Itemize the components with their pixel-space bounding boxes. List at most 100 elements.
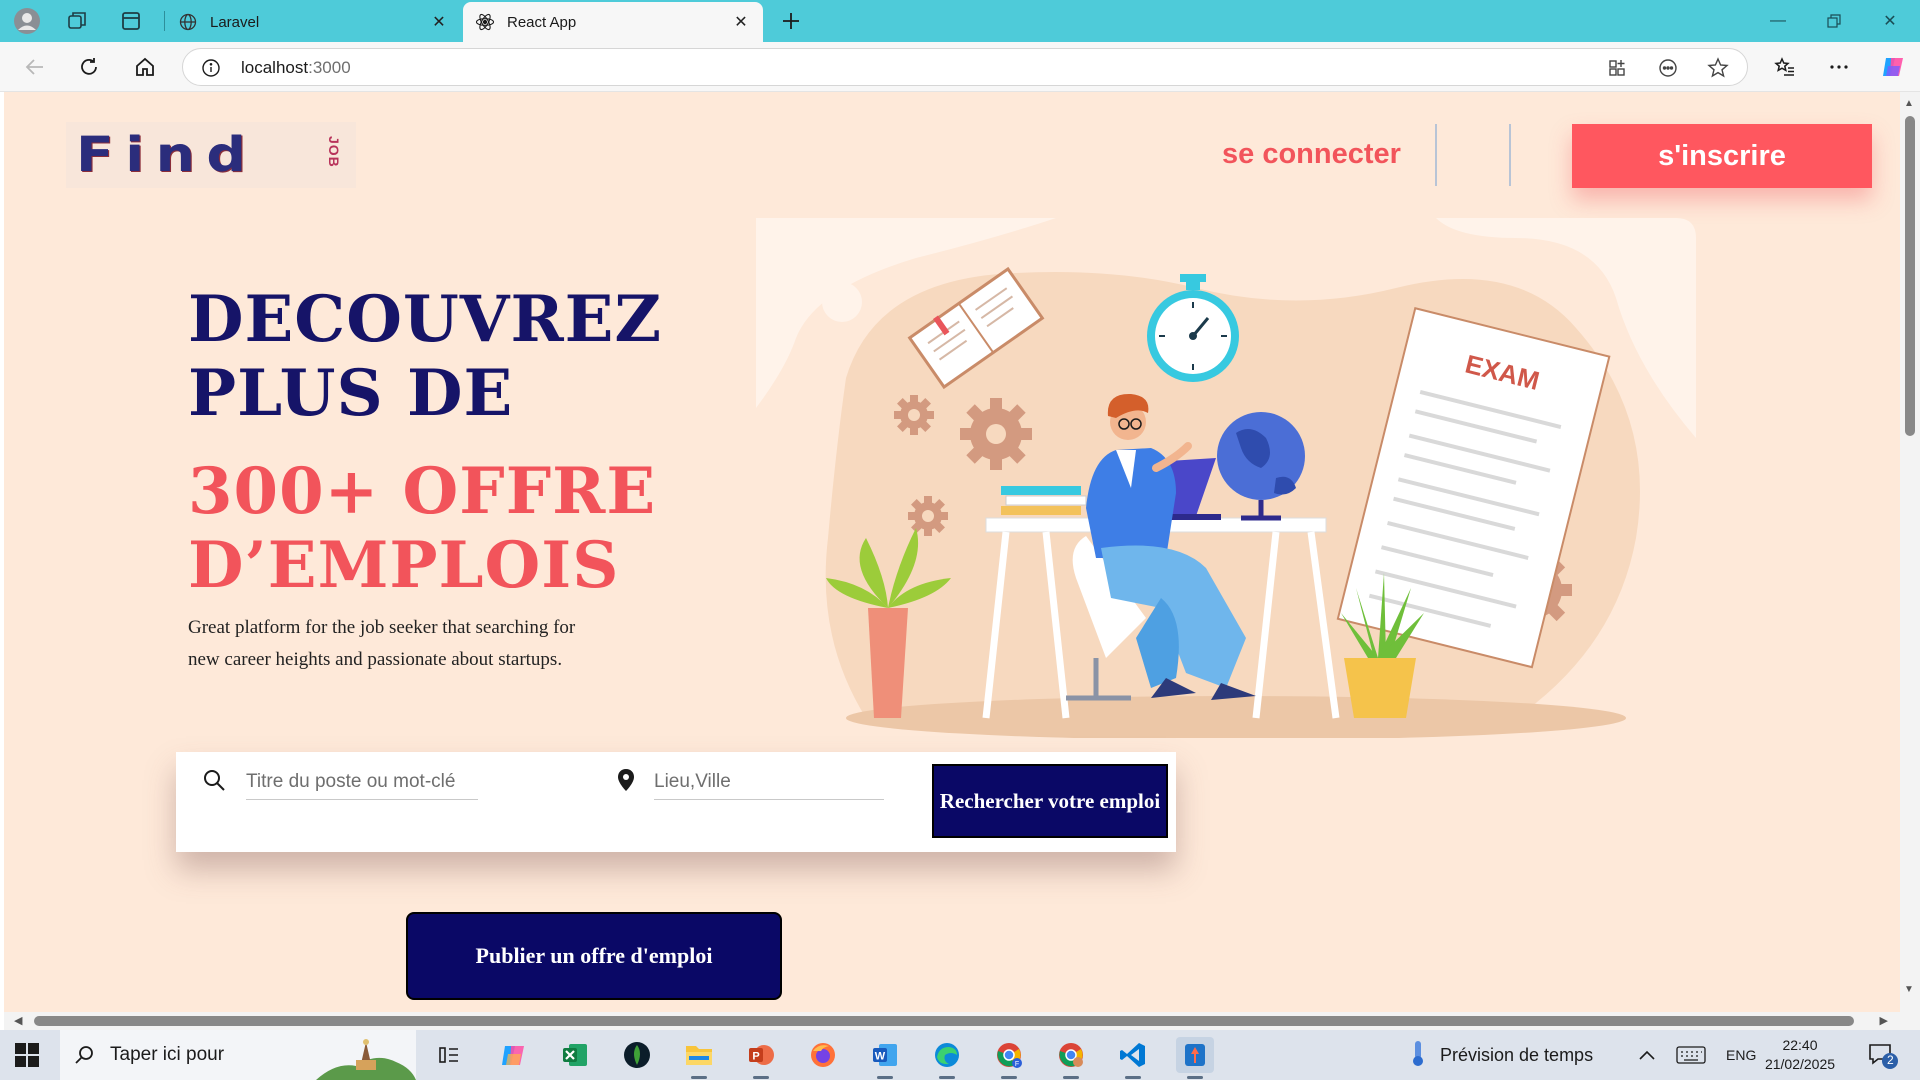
horizontal-scrollbar[interactable]: ◀ ▶ bbox=[4, 1012, 1900, 1030]
close-tab-icon[interactable]: ✕ bbox=[731, 12, 751, 32]
url-text: localhost:3000 bbox=[241, 58, 351, 78]
back-icon[interactable] bbox=[20, 52, 50, 82]
chrome-profile-icon[interactable]: F bbox=[990, 1037, 1028, 1079]
firefox-icon[interactable] bbox=[804, 1037, 842, 1073]
powerpoint-icon[interactable]: P bbox=[742, 1037, 780, 1079]
search-highlight-image bbox=[316, 1032, 416, 1080]
excel-icon[interactable] bbox=[556, 1037, 594, 1073]
location-pin-icon bbox=[616, 768, 640, 794]
word-icon[interactable]: W bbox=[866, 1037, 904, 1079]
scroll-thumb[interactable] bbox=[1905, 116, 1915, 436]
task-view-icon[interactable] bbox=[430, 1037, 468, 1073]
workspaces-icon[interactable] bbox=[62, 6, 92, 36]
weather-text: Prévision de temps bbox=[1440, 1044, 1594, 1065]
notification-count: 2 bbox=[1887, 1053, 1894, 1067]
signup-button[interactable]: s'inscrire bbox=[1572, 124, 1872, 188]
login-link[interactable]: se connecter bbox=[1222, 138, 1401, 171]
hero-line-2: plus de bbox=[188, 356, 514, 431]
copilot-app-icon[interactable] bbox=[494, 1037, 532, 1073]
vscode-icon[interactable] bbox=[1114, 1037, 1152, 1079]
running-indicator bbox=[753, 1076, 769, 1079]
tab-separator bbox=[164, 11, 165, 31]
tab-title: React App bbox=[507, 13, 577, 31]
close-window-button[interactable]: ✕ bbox=[1862, 0, 1918, 42]
logo-subtext: JOB bbox=[326, 136, 342, 168]
react-icon bbox=[475, 12, 495, 32]
running-indicator bbox=[877, 1076, 893, 1079]
running-indicator bbox=[1063, 1076, 1079, 1079]
url-port: :3000 bbox=[308, 58, 351, 77]
running-indicator bbox=[691, 1076, 707, 1079]
hero-line-3: 300+ Offre bbox=[188, 454, 657, 529]
running-indicator bbox=[1125, 1076, 1141, 1079]
publish-job-button[interactable]: Publier un offre d'emploi bbox=[406, 912, 782, 1000]
browser-toolbar: localhost:3000 bbox=[0, 42, 1920, 92]
taskbar-search-box[interactable]: Taper ici pour bbox=[60, 1030, 416, 1080]
hero-line-4: d’emplois bbox=[188, 528, 620, 603]
mongodb-compass-icon[interactable] bbox=[618, 1037, 656, 1073]
more-options-icon[interactable] bbox=[1824, 52, 1854, 82]
notification-center-icon[interactable]: 2 bbox=[1868, 1042, 1898, 1070]
svg-text:W: W bbox=[875, 1051, 886, 1063]
keyboard-icon[interactable] bbox=[1676, 1030, 1706, 1080]
page-viewport: Find JOB se connecter s'inscrire Decouvr… bbox=[4, 92, 1900, 1012]
job-search-panel: Rechercher votre emploi bbox=[176, 752, 1176, 852]
running-indicator bbox=[1001, 1076, 1017, 1079]
scroll-down-icon[interactable]: ▼ bbox=[1904, 984, 1914, 995]
hero-line-1: Decouvrez bbox=[188, 282, 663, 357]
vertical-scrollbar[interactable]: ▲ ▼ bbox=[1900, 92, 1920, 1012]
file-explorer-icon[interactable] bbox=[680, 1037, 718, 1079]
search-icon bbox=[202, 768, 228, 794]
tab-react-app[interactable]: React App ✕ bbox=[463, 2, 763, 42]
nav-divider bbox=[1509, 124, 1511, 186]
tab-laravel[interactable]: Laravel ✕ bbox=[166, 2, 461, 42]
language-indicator[interactable]: ENG bbox=[1726, 1030, 1756, 1080]
favorites-icon[interactable] bbox=[1770, 52, 1800, 82]
address-bar[interactable]: localhost:3000 bbox=[182, 48, 1748, 86]
running-indicator bbox=[1187, 1076, 1203, 1079]
copilot-icon[interactable] bbox=[1878, 52, 1908, 82]
minimize-button[interactable]: — bbox=[1750, 0, 1806, 42]
tab-title: Laravel bbox=[210, 13, 260, 31]
vertical-tabs-icon[interactable] bbox=[116, 6, 146, 36]
chrome-icon[interactable] bbox=[1052, 1037, 1090, 1079]
hero-subtitle: Great platform for the job seeker that s… bbox=[188, 617, 576, 670]
search-jobs-button[interactable]: Rechercher votre emploi bbox=[932, 764, 1168, 838]
info-icon[interactable] bbox=[201, 58, 221, 78]
close-tab-icon[interactable]: ✕ bbox=[429, 12, 449, 32]
active-app-icon[interactable] bbox=[1176, 1037, 1214, 1079]
search-placeholder: Taper ici pour bbox=[110, 1044, 225, 1065]
refresh-icon[interactable] bbox=[74, 52, 104, 82]
windows-start-icon[interactable] bbox=[14, 1042, 40, 1068]
system-clock[interactable]: 22:40 21/02/2025 bbox=[1760, 1036, 1840, 1074]
restore-button[interactable] bbox=[1806, 0, 1862, 42]
favorite-star-icon[interactable] bbox=[1707, 57, 1729, 79]
clock-time: 22:40 bbox=[1782, 1037, 1818, 1053]
weather-widget[interactable]: Prévision de temps bbox=[1410, 1030, 1593, 1080]
logo-text: Find bbox=[76, 127, 258, 183]
url-host: localhost bbox=[241, 58, 309, 77]
read-aloud-icon[interactable] bbox=[1657, 57, 1679, 79]
app-available-icon[interactable] bbox=[1607, 57, 1629, 79]
show-hidden-icons[interactable] bbox=[1638, 1030, 1656, 1080]
hero-illustration: EXAM bbox=[756, 218, 1696, 738]
new-tab-button[interactable] bbox=[776, 6, 806, 36]
scroll-thumb[interactable] bbox=[34, 1016, 1854, 1026]
windows-taskbar: Taper ici pour P W F Prévision de temps … bbox=[0, 1030, 1920, 1080]
thermometer-icon bbox=[1410, 1039, 1426, 1072]
home-icon[interactable] bbox=[130, 52, 160, 82]
keyword-input[interactable] bbox=[246, 764, 478, 800]
scroll-left-icon[interactable]: ◀ bbox=[14, 1014, 22, 1027]
scroll-up-icon[interactable]: ▲ bbox=[1904, 98, 1914, 109]
running-indicator bbox=[939, 1076, 955, 1079]
svg-text:F: F bbox=[1015, 1061, 1019, 1068]
svg-text:P: P bbox=[752, 1051, 759, 1063]
scrollbar-corner bbox=[1900, 1012, 1920, 1030]
search-icon bbox=[74, 1044, 96, 1071]
clock-date: 21/02/2025 bbox=[1764, 1056, 1836, 1072]
profile-icon[interactable] bbox=[12, 6, 42, 36]
location-input[interactable] bbox=[654, 764, 884, 800]
scroll-right-icon[interactable]: ▶ bbox=[1880, 1014, 1888, 1027]
findjob-logo[interactable]: Find JOB bbox=[66, 122, 356, 188]
edge-icon[interactable] bbox=[928, 1037, 966, 1079]
